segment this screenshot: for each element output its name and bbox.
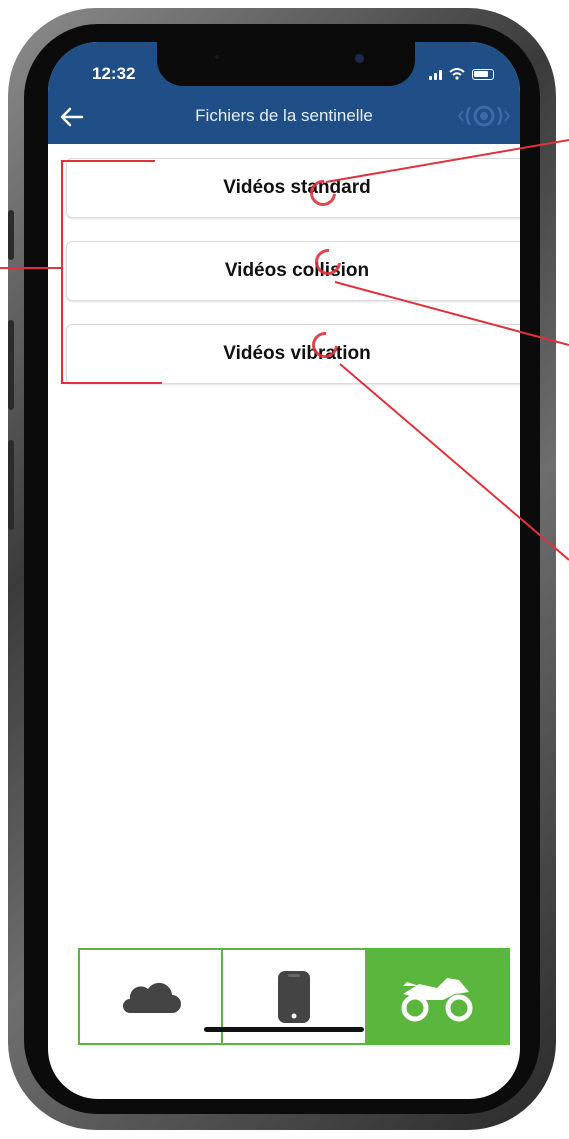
speaker-dot <box>215 55 219 59</box>
silent-switch <box>8 210 14 260</box>
front-camera <box>355 54 364 63</box>
volume-down-button <box>8 440 14 530</box>
motorcycle-icon <box>401 977 473 1021</box>
volume-up-button <box>8 320 14 410</box>
page-title: Fichiers de la sentinelle <box>195 106 373 125</box>
vibration-videos-button[interactable]: Vidéos vibration <box>66 324 520 384</box>
collision-videos-button[interactable]: Vidéos collision <box>66 241 520 301</box>
home-indicator <box>204 1027 364 1032</box>
app-header: 12:32 Fichiers de la sentinelle <box>48 42 520 144</box>
tab-cloud[interactable] <box>80 950 224 1043</box>
wifi-icon <box>449 68 465 80</box>
app-screen: 12:32 Fichiers de la sentinelle Vidéos s <box>48 42 520 1099</box>
status-icons <box>429 68 494 80</box>
notch <box>157 42 415 86</box>
status-time: 12:32 <box>92 64 136 83</box>
cloud-icon <box>122 982 181 1013</box>
signal-icon <box>429 68 442 80</box>
standard-videos-button[interactable]: Vidéos standard <box>66 158 520 218</box>
phone-icon <box>277 970 310 1023</box>
tab-motorcycle[interactable] <box>366 950 508 1043</box>
sentinel-signal-icon[interactable] <box>454 100 514 132</box>
battery-icon <box>472 68 494 80</box>
